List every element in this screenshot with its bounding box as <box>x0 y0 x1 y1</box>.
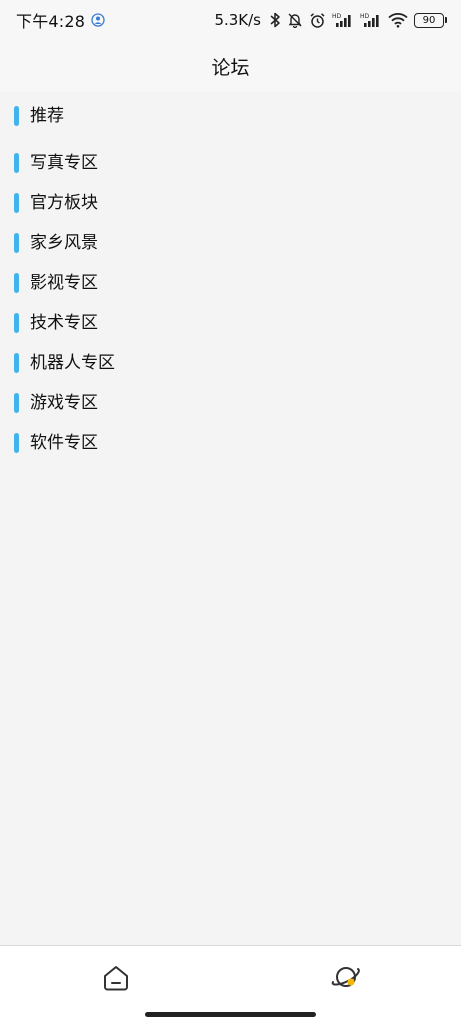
category-item-software[interactable]: 软件专区 <box>0 425 461 461</box>
hd-signal-icon: HD <box>360 12 382 28</box>
category-accent-bar <box>14 313 19 333</box>
category-item-robot[interactable]: 机器人专区 <box>0 345 461 381</box>
category-label: 软件专区 <box>30 433 98 453</box>
category-accent-bar <box>14 153 19 173</box>
category-label: 家乡风景 <box>30 233 98 253</box>
category-item-games[interactable]: 游戏专区 <box>0 385 461 421</box>
category-accent-bar <box>14 193 19 213</box>
category-accent-bar <box>14 353 19 373</box>
category-label: 影视专区 <box>30 273 98 293</box>
category-item-film[interactable]: 影视专区 <box>0 265 461 301</box>
status-time: 下午4:28 <box>16 12 86 31</box>
nav-forum-button[interactable] <box>330 961 362 993</box>
svg-text:HD: HD <box>360 13 370 20</box>
category-accent-bar <box>14 273 19 293</box>
category-label: 推荐 <box>30 106 64 126</box>
network-speed: 5.3K/s <box>214 11 261 29</box>
mute-bell-icon <box>287 12 303 28</box>
category-item-official[interactable]: 官方板块 <box>0 185 461 221</box>
home-icon <box>100 962 132 994</box>
battery-tip <box>445 17 447 23</box>
category-accent-bar <box>14 433 19 453</box>
alarm-icon <box>309 12 326 29</box>
status-left: 下午4:28 <box>16 8 105 32</box>
bluetooth-icon <box>269 12 281 28</box>
planet-icon <box>330 961 362 993</box>
category-item-photo[interactable]: 写真专区 <box>0 145 461 181</box>
hd-signal-icon: HD <box>332 12 354 28</box>
page-header: 论坛 <box>0 40 461 92</box>
category-accent-bar <box>14 393 19 413</box>
category-label: 游戏专区 <box>30 393 98 413</box>
category-label: 技术专区 <box>30 313 98 333</box>
category-label: 写真专区 <box>30 153 98 173</box>
category-item-recommend[interactable]: 推荐 <box>0 98 461 134</box>
nav-home-button[interactable] <box>100 962 132 994</box>
category-label: 官方板块 <box>30 193 98 213</box>
status-right: 5.3K/s HD HD 90 <box>214 11 447 29</box>
category-label: 机器人专区 <box>30 353 115 373</box>
category-item-tech[interactable]: 技术专区 <box>0 305 461 341</box>
status-bar: 下午4:28 5.3K/s HD HD 90 <box>0 0 461 40</box>
profile-sync-icon <box>91 13 105 27</box>
category-item-hometown[interactable]: 家乡风景 <box>0 225 461 261</box>
battery-level: 90 <box>414 12 444 28</box>
category-accent-bar <box>14 233 19 253</box>
category-accent-bar <box>14 106 19 126</box>
svg-text:HD: HD <box>332 13 342 20</box>
wifi-icon <box>388 12 408 28</box>
page-title: 论坛 <box>211 56 250 79</box>
home-indicator[interactable] <box>145 1012 316 1017</box>
battery-icon: 90 <box>414 12 447 28</box>
